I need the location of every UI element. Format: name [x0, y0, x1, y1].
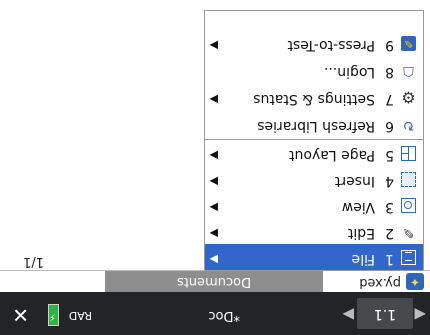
menu-item-number: 1	[385, 251, 394, 267]
file-name[interactable]: py.xed	[359, 275, 401, 290]
menu-item-number: 6	[385, 118, 394, 134]
menu-item-number: 4	[385, 173, 394, 189]
battery-icon: ⚡	[48, 304, 59, 326]
tab-problem-1-1[interactable]: 1.1	[357, 298, 413, 329]
menu-item-label: View	[341, 199, 375, 215]
menu-item-press-to-test[interactable]: ✎ 9 Press-to-Test ▶	[205, 30, 423, 56]
menu-item-refresh-libraries[interactable]: ↻ 6 Refresh Libraries	[205, 111, 423, 137]
submenu-arrow-icon: ▶	[209, 39, 218, 52]
menu-item-label: File	[351, 251, 375, 267]
file-icon	[401, 250, 416, 265]
top-bar: ◀ 1.1 ▶ *Doc RAD ⚡ ✕	[0, 292, 430, 335]
page-layout-icon	[401, 146, 416, 161]
menu-item-edit[interactable]: ✎ 2 Edit ▶	[205, 218, 423, 244]
menu-item-number: 2	[385, 225, 394, 241]
submenu-arrow-icon: ▶	[209, 93, 218, 106]
menu-item-number: 9	[385, 37, 394, 53]
menu-item-label: Refresh Libraries	[257, 118, 375, 134]
angle-mode-indicator: RAD	[68, 309, 92, 322]
menu-item-label: Press-to-Test	[287, 37, 375, 53]
menu-item-label: Login...	[323, 64, 375, 80]
menu-item-page-layout[interactable]: 5 Page Layout ▶	[205, 140, 423, 166]
menu-item-label: Edit	[347, 225, 375, 241]
submenu-arrow-icon: ▶	[209, 149, 218, 162]
page-indicator: 1/1	[23, 254, 44, 269]
menu-item-number: 7	[385, 91, 394, 107]
press-to-test-icon: ✎	[401, 36, 416, 51]
documents-header-row: ✦ py.xed Documents	[0, 271, 430, 292]
calculator-screen: ◀ 1.1 ▶ *Doc RAD ⚡ ✕ ✦ py.xed Documents …	[0, 0, 430, 335]
insert-icon	[401, 172, 416, 187]
next-page-arrow-icon[interactable]: ▶	[342, 306, 354, 324]
submenu-arrow-icon: ▶	[209, 175, 218, 188]
login-icon: ☖	[402, 63, 415, 79]
menu-item-view[interactable]: 3 View ▶	[205, 192, 423, 218]
submenu-arrow-icon: ▶	[209, 227, 218, 240]
view-icon	[401, 198, 416, 213]
menu-divider	[205, 139, 423, 140]
pencil-icon: ✎	[402, 224, 415, 240]
submenu-arrow-icon: ▶	[209, 201, 218, 214]
battery-charging-symbol: ⚡	[48, 311, 56, 322]
menu-item-file[interactable]: 1 File ▶	[205, 244, 423, 270]
refresh-icon: ↻	[402, 117, 415, 133]
documents-menu: 1 File ▶ ✎ 2 Edit ▶ 3 View ▶ 4 Insert ▶ …	[204, 10, 424, 271]
menu-item-insert[interactable]: 4 Insert ▶	[205, 166, 423, 192]
menu-item-label: Settings & Status	[253, 91, 375, 107]
gear-icon: ⚙	[401, 88, 416, 107]
menu-item-label: Page Layout	[289, 147, 375, 163]
menu-item-settings-status[interactable]: ⚙ 7 Settings & Status ▶	[205, 84, 423, 110]
documents-title: Documents	[105, 271, 323, 292]
close-icon[interactable]: ✕	[12, 303, 29, 327]
menu-item-label: Insert	[334, 173, 375, 189]
menu-item-number: 5	[385, 147, 394, 163]
previous-page-arrow-icon[interactable]: ◀	[414, 306, 426, 324]
menu-item-login[interactable]: ☖ 8 Login...	[205, 57, 423, 83]
python-file-icon: ✦	[406, 273, 424, 290]
submenu-arrow-icon: ▶	[209, 253, 218, 266]
menu-item-number: 8	[385, 64, 394, 80]
menu-item-number: 3	[385, 199, 394, 215]
document-name: *Doc	[208, 308, 240, 323]
